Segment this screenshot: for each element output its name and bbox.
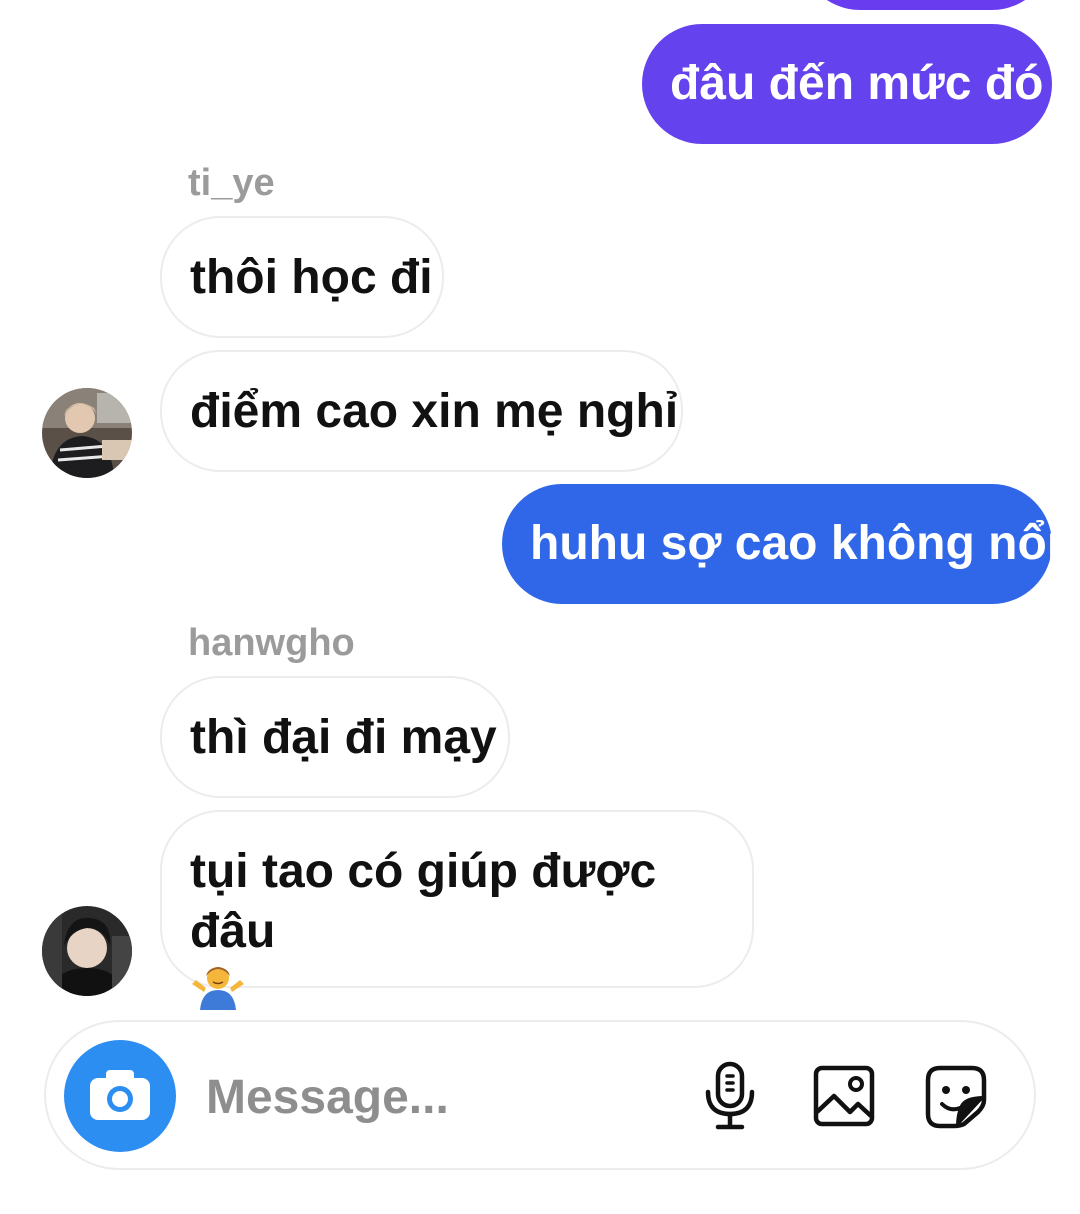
message-bubble-incoming[interactable]: thì đại đi mạy	[160, 676, 510, 798]
microphone-button[interactable]	[690, 1056, 770, 1136]
message-bubble-incoming[interactable]: tụi tao có giúp được đâu	[160, 810, 754, 1010]
avatar-photo	[42, 388, 132, 478]
sender-name: ti_ye	[188, 162, 275, 204]
message-bubble-incoming[interactable]: thôi học đi	[160, 216, 444, 338]
message-text: điểm cao xin mẹ nghỉ	[190, 385, 679, 438]
message-text: huhu sợ cao không nổi	[530, 517, 1061, 570]
sticker-button[interactable]	[916, 1056, 996, 1136]
avatar-photo	[42, 906, 132, 996]
sender-name: hanwgho	[188, 622, 355, 664]
message-text: đâu đến mức đó	[670, 57, 1044, 110]
person-shrugging-emoji-icon	[192, 967, 244, 1010]
image-icon	[813, 1065, 875, 1127]
sticker-icon	[925, 1065, 987, 1129]
message-bubble-incoming[interactable]: điểm cao xin mẹ nghỉ	[160, 350, 683, 472]
message-text: tụi tao có giúp được đâu	[190, 845, 657, 958]
message-input[interactable]	[206, 1062, 666, 1132]
avatar[interactable]	[42, 906, 132, 996]
gallery-button[interactable]	[804, 1056, 884, 1136]
microphone-icon	[705, 1061, 755, 1130]
message-composer	[44, 1020, 1036, 1170]
message-bubble-outgoing[interactable]: đâu đến mức đó	[642, 24, 1052, 144]
avatar[interactable]	[42, 388, 132, 478]
message-bubble-outgoing-partial[interactable]	[800, 0, 1052, 10]
message-bubble-outgoing[interactable]: huhu sợ cao không nổi	[502, 484, 1060, 604]
camera-button[interactable]	[64, 1040, 176, 1152]
camera-icon	[90, 1070, 150, 1120]
message-text: thì đại đi mạy	[190, 711, 497, 764]
message-text: thôi học đi	[190, 251, 433, 304]
